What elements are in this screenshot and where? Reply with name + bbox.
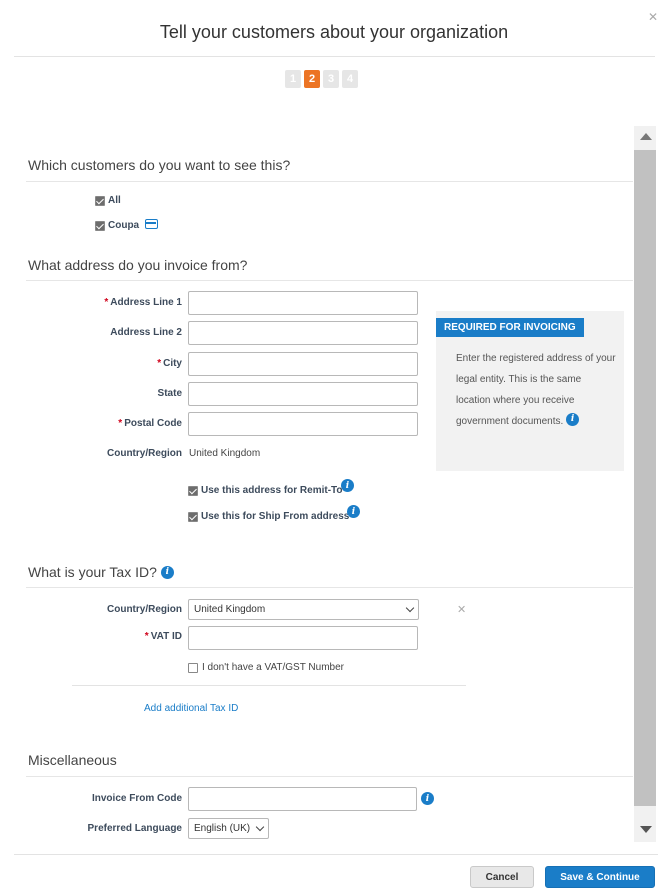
- step-indicator: 1 2 3 4: [285, 70, 358, 88]
- scrollbar-thumb[interactable]: [634, 150, 656, 806]
- preferred-language-value: English (UK): [194, 823, 251, 834]
- invoice-from-code-input[interactable]: [188, 787, 417, 811]
- city-label: * City: [157, 358, 182, 369]
- title-divider: [14, 56, 655, 57]
- all-label: All: [108, 195, 121, 206]
- section-divider: [26, 776, 633, 777]
- close-icon[interactable]: ✕: [457, 603, 466, 616]
- vat-id-label: * VAT ID: [144, 631, 182, 642]
- step-2[interactable]: 2: [304, 70, 320, 88]
- no-vat-label: I don't have a VAT/GST Number: [202, 662, 344, 673]
- tax-heading: What is your Tax ID? i: [28, 564, 174, 580]
- step-3[interactable]: 3: [323, 70, 339, 88]
- address-heading: What address do you invoice from?: [28, 257, 248, 273]
- add-tax-id-link[interactable]: Add additional Tax ID: [144, 703, 238, 714]
- invoicing-info-text: Enter the registered address of your leg…: [456, 353, 616, 427]
- misc-heading: Miscellaneous: [28, 752, 117, 768]
- country-label: Country/Region: [107, 448, 182, 459]
- step-4[interactable]: 4: [342, 70, 358, 88]
- info-icon[interactable]: i: [566, 412, 580, 426]
- scroll-down-arrow-icon[interactable]: [640, 826, 652, 833]
- info-icon[interactable]: i: [347, 505, 360, 518]
- coupa-checkbox[interactable]: [95, 221, 105, 231]
- required-invoicing-badge: REQUIRED FOR INVOICING: [436, 318, 584, 337]
- chevron-down-icon: [405, 603, 415, 613]
- remit-to-label: Use this address for Remit-To: [201, 485, 343, 496]
- card-icon[interactable]: [145, 219, 158, 229]
- state-label: State: [157, 388, 182, 399]
- scroll-up-arrow-icon[interactable]: [640, 133, 652, 140]
- step-1[interactable]: 1: [285, 70, 301, 88]
- info-icon[interactable]: i: [421, 792, 434, 805]
- section-divider: [26, 587, 633, 588]
- city-input[interactable]: [188, 352, 418, 376]
- remit-to-checkbox[interactable]: [188, 486, 198, 496]
- info-icon[interactable]: i: [341, 479, 354, 492]
- state-input[interactable]: [188, 382, 418, 406]
- section-divider: [26, 280, 633, 281]
- all-checkbox[interactable]: [95, 196, 105, 206]
- address-line1-label: * Address Line 1: [104, 297, 182, 308]
- footer-divider: [14, 854, 658, 855]
- address-line2-input[interactable]: [188, 321, 418, 345]
- address-line1-input[interactable]: [188, 291, 418, 315]
- save-continue-button[interactable]: Save & Continue: [545, 866, 655, 888]
- chevron-down-icon: [255, 822, 265, 832]
- tax-country-value: United Kingdom: [194, 604, 266, 615]
- postal-code-label: * Postal Code: [118, 418, 182, 429]
- info-icon[interactable]: i: [160, 565, 174, 579]
- preferred-language-label: Preferred Language: [87, 823, 182, 834]
- tax-divider: [72, 685, 466, 686]
- preferred-language-select[interactable]: English (UK): [188, 818, 269, 839]
- invoice-from-code-label: Invoice From Code: [91, 793, 182, 804]
- address-line2-label: Address Line 2: [110, 327, 182, 338]
- coupa-label: Coupa: [108, 220, 140, 231]
- section-divider: [26, 181, 633, 182]
- postal-code-input[interactable]: [188, 412, 418, 436]
- customers-heading: Which customers do you want to see this?: [28, 157, 291, 173]
- vat-id-input[interactable]: [188, 626, 418, 650]
- tax-country-select[interactable]: United Kingdom: [188, 599, 419, 620]
- no-vat-checkbox[interactable]: [188, 663, 198, 673]
- tax-country-label: Country/Region: [107, 604, 182, 615]
- ship-from-checkbox[interactable]: [188, 512, 198, 522]
- cancel-button[interactable]: Cancel: [470, 866, 534, 888]
- country-value: United Kingdom: [189, 448, 261, 459]
- dialog-title: Tell your customers about your organizat…: [159, 22, 509, 42]
- ship-from-label: Use this for Ship From address: [201, 511, 350, 522]
